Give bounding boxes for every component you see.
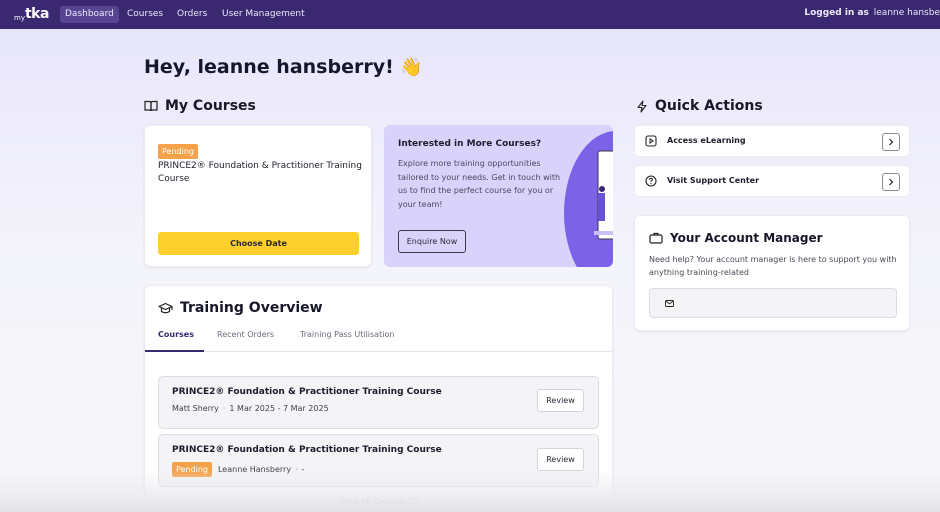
tab-courses[interactable]: Courses [145,330,204,352]
tab-training-pass-utilisation[interactable]: Training Pass Utilisation [300,330,394,352]
training-overview-card: Training Overview Courses Recent Orders … [144,285,613,512]
tab-recent-orders[interactable]: Recent Orders [217,330,274,352]
training-overview-title: Training Overview [180,300,323,316]
logged-in-user: leanne hansbe [873,8,940,18]
quick-actions-title: Quick Actions [655,98,763,114]
enquire-now-button[interactable]: Enquire Now [398,230,466,253]
chevron-right-button[interactable] [882,173,900,191]
top-nav-bar: mytka Dashboard Courses Orders User Mana… [0,0,940,29]
pending-course-name: PRINCE2® Foundation & Practitioner Train… [158,161,362,184]
logged-in-status: Logged in as leanne hansbe [804,8,940,18]
nav-courses[interactable]: Courses [122,6,168,23]
separator-dot: · [222,404,226,413]
my-courses-heading: My Courses [144,98,256,114]
training-overview-tabs: Courses Recent Orders Training Pass Util… [145,330,613,352]
logo-tka-text: tka [24,6,49,22]
waving-hand-icon: 👋 [400,57,423,78]
page-greeting: Hey, leanne hansberry! 👋 [144,56,423,78]
course-row-dates: - [301,465,305,474]
quick-actions-heading: Quick Actions [636,98,763,114]
lightning-icon [637,99,647,113]
play-square-icon [645,135,657,147]
promo-title: Interested in More Courses? [398,139,542,149]
visit-support-center-label: Visit Support Center [667,176,760,185]
course-row-dates: 1 Mar 2025 - 7 Mar 2025 [229,404,329,413]
view-all-courses-link[interactable]: View All Courses (2) [145,497,614,506]
my-courses-title: My Courses [165,98,256,114]
course-row-name: PRINCE2® Foundation & Practitioner Train… [172,387,442,397]
account-manager-text: Need help? Your account manager is here … [649,255,897,277]
greeting-text: Hey, leanne hansberry! [144,56,394,78]
visit-support-center-action[interactable]: Visit Support Center [634,165,910,197]
account-manager-heading: Your Account Manager [649,231,823,245]
mail-icon [665,300,674,307]
account-manager-card: Your Account Manager Need help? Your acc… [634,215,910,331]
briefcase-icon [649,232,663,244]
account-manager-email-box[interactable] [649,288,897,318]
pending-badge: Pending [158,144,198,159]
nav-user-management[interactable]: User Management [217,6,310,23]
logo-my-text: my [14,14,25,22]
separator-dot: · [295,465,298,474]
course-row-name: PRINCE2® Foundation & Practitioner Train… [172,445,442,455]
course-row-person: Matt Sherry [172,404,219,413]
training-overview-heading: Training Overview [158,300,323,316]
book-icon [144,100,158,112]
nav-orders[interactable]: Orders [172,6,212,23]
chevron-right-button[interactable] [882,133,900,151]
access-elearning-action[interactable]: Access eLearning [634,125,910,157]
review-button[interactable]: Review [537,448,584,471]
course-row-person: Leanne Hansberry [217,465,292,474]
mytka-logo[interactable]: mytka [14,6,49,22]
choose-date-button[interactable]: Choose Date [158,232,359,255]
promo-text: Explore more training opportunities tail… [398,159,561,209]
logged-in-prefix: Logged in as [804,8,869,18]
graduation-cap-icon [158,302,173,313]
account-manager-title: Your Account Manager [670,231,823,245]
access-elearning-label: Access eLearning [667,136,746,145]
pending-course-card: Pending PRINCE2® Foundation & Practition… [144,125,372,267]
chevron-right-icon [889,178,894,186]
promo-illustration [564,131,613,267]
review-button[interactable]: Review [537,389,584,412]
course-row-meta: Pending Leanne Hansberry · - [172,462,305,477]
help-circle-icon [645,175,657,187]
pending-badge: Pending [172,462,212,477]
course-row-meta: Matt Sherry · 1 Mar 2025 - 7 Mar 2025 [172,404,329,413]
chevron-right-icon [889,138,894,146]
course-row: PRINCE2® Foundation & Practitioner Train… [158,376,599,429]
more-courses-promo-card: Interested in More Courses? Explore more… [384,125,613,267]
nav-dashboard[interactable]: Dashboard [60,6,119,23]
course-row: PRINCE2® Foundation & Practitioner Train… [158,434,599,487]
